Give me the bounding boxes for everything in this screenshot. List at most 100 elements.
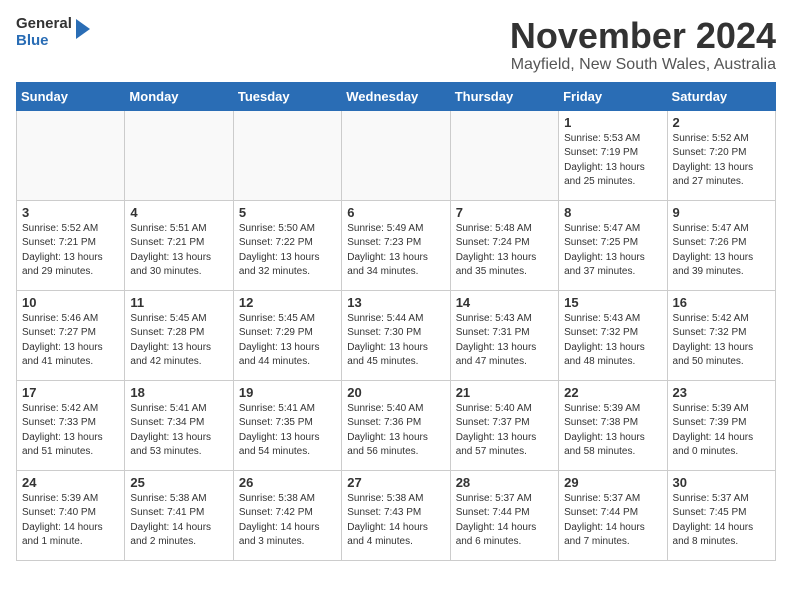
day-info: Sunrise: 5:42 AMSunset: 7:32 PMDaylight:… (673, 312, 770, 370)
logo-text: General Blue (16, 16, 72, 49)
day-number: 12 (239, 295, 336, 310)
day-info: Sunrise: 5:41 AMSunset: 7:34 PMDaylight:… (130, 402, 227, 460)
day-info: Sunrise: 5:43 AMSunset: 7:32 PMDaylight:… (564, 312, 661, 370)
day-number: 27 (347, 475, 444, 490)
day-number: 4 (130, 205, 227, 220)
day-number: 10 (22, 295, 119, 310)
day-number: 13 (347, 295, 444, 310)
day-info: Sunrise: 5:37 AMSunset: 7:44 PMDaylight:… (564, 492, 661, 550)
calendar-cell: 28Sunrise: 5:37 AMSunset: 7:44 PMDayligh… (450, 470, 558, 560)
calendar-cell (233, 110, 341, 200)
day-number: 11 (130, 295, 227, 310)
day-number: 7 (456, 205, 553, 220)
day-info: Sunrise: 5:48 AMSunset: 7:24 PMDaylight:… (456, 222, 553, 280)
day-number: 1 (564, 115, 661, 130)
day-info: Sunrise: 5:39 AMSunset: 7:40 PMDaylight:… (22, 492, 119, 550)
day-number: 5 (239, 205, 336, 220)
calendar-week-row: 17Sunrise: 5:42 AMSunset: 7:33 PMDayligh… (17, 380, 776, 470)
calendar-cell: 25 Sunrise: 5:38 AMSunset: 7:41 PMDayligh… (125, 470, 233, 560)
calendar-cell: 1 Sunrise: 5:53 AMSunset: 7:19 PMDaylight… (559, 110, 667, 200)
day-number: 19 (239, 385, 336, 400)
calendar-cell: 29 Sunrise: 5:37 AMSunset: 7:44 PMDayligh… (559, 470, 667, 560)
calendar-cell: 27Sunrise: 5:38 AMSunset: 7:43 PMDayligh… (342, 470, 450, 560)
calendar-cell: 16 Sunrise: 5:42 AMSunset: 7:32 PMDayligh… (667, 290, 775, 380)
day-info: Sunrise: 5:45 AMSunset: 7:28 PMDaylight:… (130, 312, 227, 370)
calendar-cell: 24 Sunrise: 5:39 AMSunset: 7:40 PMDayligh… (17, 470, 125, 560)
calendar-cell: 26 Sunrise: 5:38 AMSunset: 7:42 PMDayligh… (233, 470, 341, 560)
location-title: Mayfield, New South Wales, Australia (510, 56, 776, 74)
calendar-cell: 5 Sunrise: 5:50 AMSunset: 7:22 PMDaylight… (233, 200, 341, 290)
day-number: 22 (564, 385, 661, 400)
calendar-week-row: 24 Sunrise: 5:39 AMSunset: 7:40 PMDayligh… (17, 470, 776, 560)
weekday-header-wednesday: Wednesday (342, 82, 450, 110)
day-number: 8 (564, 205, 661, 220)
day-number: 20 (347, 385, 444, 400)
day-number: 25 (130, 475, 227, 490)
weekday-header-thursday: Thursday (450, 82, 558, 110)
calendar-cell: 11 Sunrise: 5:45 AMSunset: 7:28 PMDayligh… (125, 290, 233, 380)
calendar-cell: 17Sunrise: 5:42 AMSunset: 7:33 PMDayligh… (17, 380, 125, 470)
calendar-cell: 23Sunrise: 5:39 AMSunset: 7:39 PMDayligh… (667, 380, 775, 470)
calendar-cell: 30Sunrise: 5:37 AMSunset: 7:45 PMDayligh… (667, 470, 775, 560)
calendar-cell: 19Sunrise: 5:41 AMSunset: 7:35 PMDayligh… (233, 380, 341, 470)
day-info: Sunrise: 5:44 AMSunset: 7:30 PMDaylight:… (347, 312, 444, 370)
day-number: 29 (564, 475, 661, 490)
weekday-header-friday: Friday (559, 82, 667, 110)
day-number: 16 (673, 295, 770, 310)
calendar-cell: 14 Sunrise: 5:43 AMSunset: 7:31 PMDayligh… (450, 290, 558, 380)
calendar-cell (17, 110, 125, 200)
day-info: Sunrise: 5:50 AMSunset: 7:22 PMDaylight:… (239, 222, 336, 280)
header: General Blue November 2024 Mayfield, New… (16, 16, 776, 74)
calendar-cell: 18 Sunrise: 5:41 AMSunset: 7:34 PMDayligh… (125, 380, 233, 470)
calendar-cell (450, 110, 558, 200)
day-number: 14 (456, 295, 553, 310)
day-number: 18 (130, 385, 227, 400)
calendar-cell: 22 Sunrise: 5:39 AMSunset: 7:38 PMDayligh… (559, 380, 667, 470)
day-number: 24 (22, 475, 119, 490)
weekday-header-saturday: Saturday (667, 82, 775, 110)
calendar-cell: 13 Sunrise: 5:44 AMSunset: 7:30 PMDayligh… (342, 290, 450, 380)
calendar-cell: 10 Sunrise: 5:46 AMSunset: 7:27 PMDayligh… (17, 290, 125, 380)
day-info: Sunrise: 5:45 AMSunset: 7:29 PMDaylight:… (239, 312, 336, 370)
weekday-header-tuesday: Tuesday (233, 82, 341, 110)
day-info: Sunrise: 5:43 AMSunset: 7:31 PMDaylight:… (456, 312, 553, 370)
day-number: 3 (22, 205, 119, 220)
day-info: Sunrise: 5:53 AMSunset: 7:19 PMDaylight:… (564, 132, 661, 190)
day-info: Sunrise: 5:42 AMSunset: 7:33 PMDaylight:… (22, 402, 119, 460)
logo: General Blue (16, 16, 90, 49)
day-number: 15 (564, 295, 661, 310)
day-info: Sunrise: 5:47 AMSunset: 7:25 PMDaylight:… (564, 222, 661, 280)
calendar-week-row: 3 Sunrise: 5:52 AMSunset: 7:21 PMDaylight… (17, 200, 776, 290)
day-info: Sunrise: 5:37 AMSunset: 7:45 PMDaylight:… (673, 492, 770, 550)
calendar-cell: 3 Sunrise: 5:52 AMSunset: 7:21 PMDaylight… (17, 200, 125, 290)
calendar-week-row: 10 Sunrise: 5:46 AMSunset: 7:27 PMDayligh… (17, 290, 776, 380)
calendar-cell: 7 Sunrise: 5:48 AMSunset: 7:24 PMDaylight… (450, 200, 558, 290)
calendar-cell: 8 Sunrise: 5:47 AMSunset: 7:25 PMDaylight… (559, 200, 667, 290)
day-number: 2 (673, 115, 770, 130)
calendar-cell: 4 Sunrise: 5:51 AMSunset: 7:21 PMDaylight… (125, 200, 233, 290)
day-info: Sunrise: 5:46 AMSunset: 7:27 PMDaylight:… (22, 312, 119, 370)
day-number: 23 (673, 385, 770, 400)
day-info: Sunrise: 5:52 AMSunset: 7:20 PMDaylight:… (673, 132, 770, 190)
day-info: Sunrise: 5:37 AMSunset: 7:44 PMDaylight:… (456, 492, 553, 550)
day-info: Sunrise: 5:51 AMSunset: 7:21 PMDaylight:… (130, 222, 227, 280)
calendar-cell: 20Sunrise: 5:40 AMSunset: 7:36 PMDayligh… (342, 380, 450, 470)
day-number: 6 (347, 205, 444, 220)
calendar-week-row: 1 Sunrise: 5:53 AMSunset: 7:19 PMDaylight… (17, 110, 776, 200)
day-info: Sunrise: 5:47 AMSunset: 7:26 PMDaylight:… (673, 222, 770, 280)
calendar-cell (125, 110, 233, 200)
calendar-cell (342, 110, 450, 200)
day-number: 21 (456, 385, 553, 400)
day-number: 26 (239, 475, 336, 490)
calendar-header-row: SundayMondayTuesdayWednesdayThursdayFrid… (17, 82, 776, 110)
day-info: Sunrise: 5:38 AMSunset: 7:41 PMDaylight:… (130, 492, 227, 550)
calendar-cell: 6 Sunrise: 5:49 AMSunset: 7:23 PMDaylight… (342, 200, 450, 290)
calendar-cell: 15 Sunrise: 5:43 AMSunset: 7:32 PMDayligh… (559, 290, 667, 380)
day-info: Sunrise: 5:52 AMSunset: 7:21 PMDaylight:… (22, 222, 119, 280)
calendar-cell: 2 Sunrise: 5:52 AMSunset: 7:20 PMDaylight… (667, 110, 775, 200)
weekday-header-sunday: Sunday (17, 82, 125, 110)
calendar-cell: 9Sunrise: 5:47 AMSunset: 7:26 PMDaylight… (667, 200, 775, 290)
day-info: Sunrise: 5:38 AMSunset: 7:42 PMDaylight:… (239, 492, 336, 550)
day-info: Sunrise: 5:39 AMSunset: 7:38 PMDaylight:… (564, 402, 661, 460)
day-info: Sunrise: 5:49 AMSunset: 7:23 PMDaylight:… (347, 222, 444, 280)
